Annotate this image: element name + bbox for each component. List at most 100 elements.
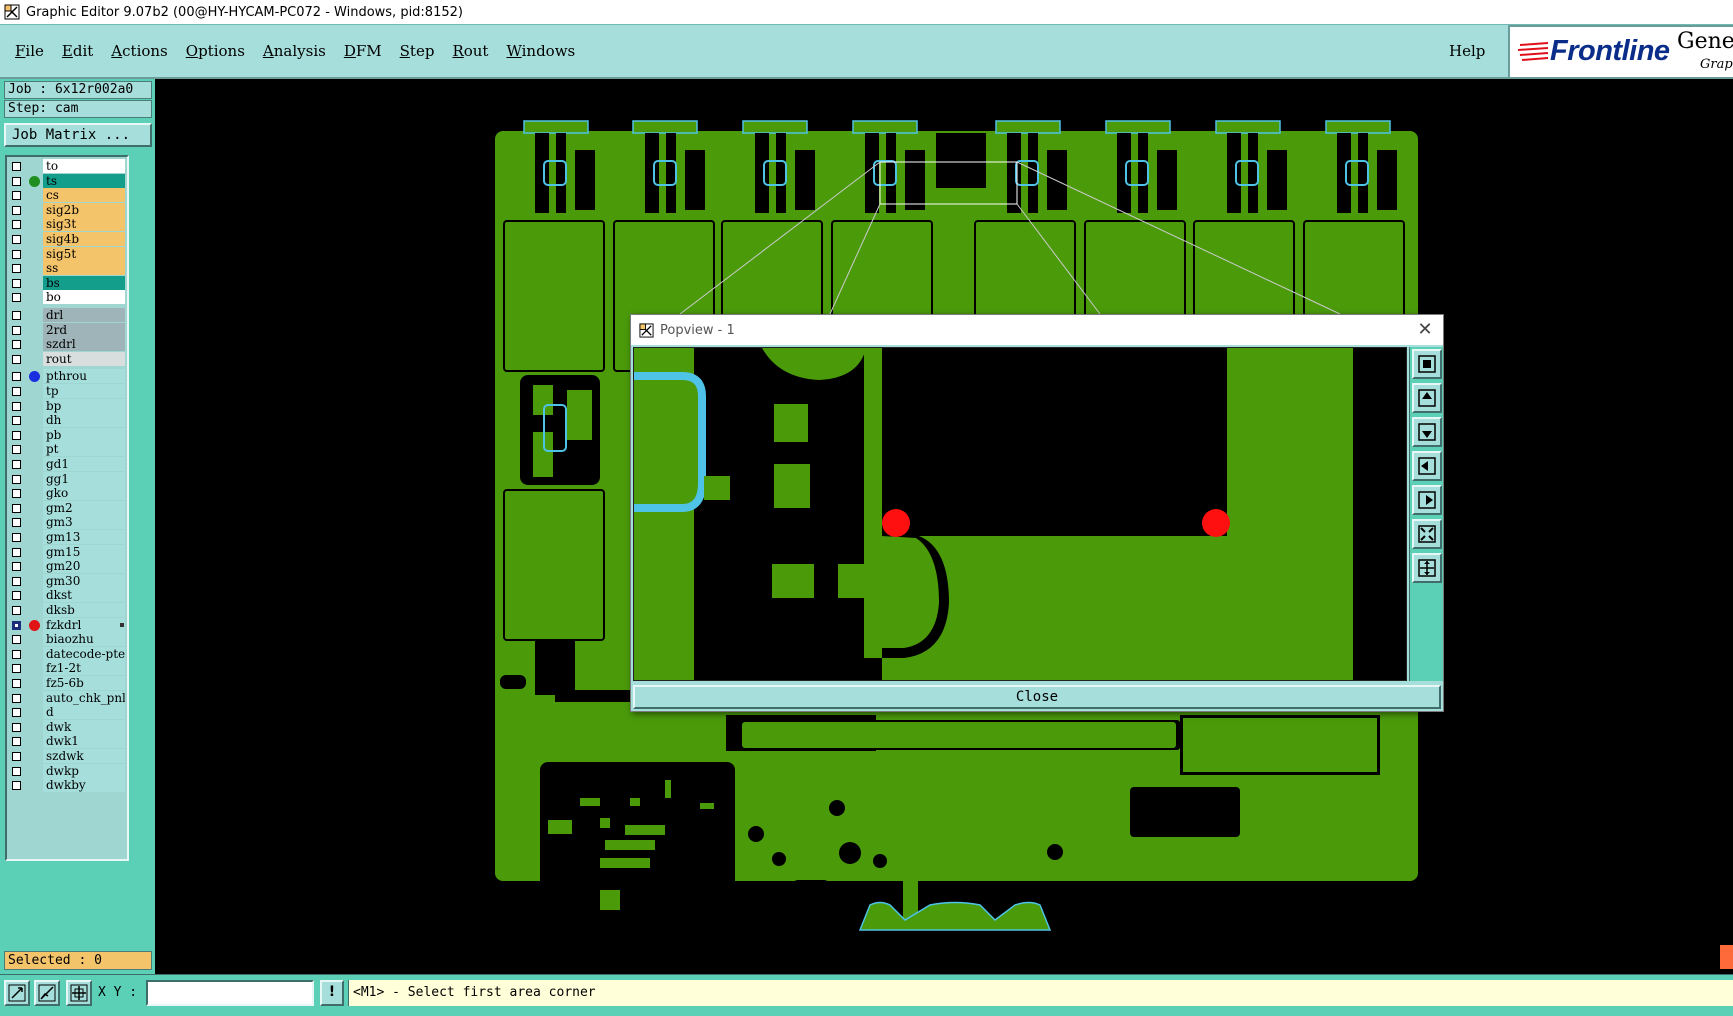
layer-checkbox[interactable] <box>12 387 21 396</box>
layer-row-bp[interactable]: bp <box>9 398 127 414</box>
layer-row-gm20[interactable]: gm20 <box>9 559 127 574</box>
layer-name[interactable]: gm20 <box>43 559 125 574</box>
pan-down-icon[interactable] <box>1412 417 1442 447</box>
layer-row-fz1-2t[interactable]: fz1-2t <box>9 661 127 676</box>
layer-row-gg1[interactable]: gg1 <box>9 471 127 487</box>
layer-name[interactable]: gko <box>43 486 125 501</box>
layer-name[interactable]: fzkdrl <box>43 617 125 632</box>
layer-row-bo[interactable]: bo <box>9 290 127 305</box>
pan-right-icon[interactable] <box>1412 485 1442 515</box>
layer-checkbox[interactable] <box>12 445 21 455</box>
menu-analysis[interactable]: Analysis <box>254 42 335 60</box>
pan-up-icon[interactable] <box>1412 383 1442 413</box>
layer-row-cs[interactable]: cs <box>9 188 127 203</box>
layer-checkbox[interactable] <box>12 533 21 542</box>
layer-name[interactable]: ss <box>43 261 125 276</box>
layer-checkbox[interactable] <box>12 340 21 350</box>
layer-row-dwkby[interactable]: dwkby <box>9 778 127 793</box>
layer-checkbox[interactable] <box>12 737 21 747</box>
layer-name[interactable]: pthrou <box>43 369 125 384</box>
layer-row-sig2b[interactable]: sig2b <box>9 202 127 218</box>
layer-name[interactable]: gm2 <box>43 500 125 515</box>
layer-name[interactable]: gm13 <box>43 530 125 544</box>
layer-name[interactable]: dkst <box>43 588 125 603</box>
layer-name[interactable]: gm3 <box>43 515 125 530</box>
layer-row-gm2[interactable]: gm2 <box>9 500 127 516</box>
layer-checkbox[interactable] <box>12 635 21 645</box>
zoom-in-icon[interactable] <box>1412 519 1442 549</box>
layer-checkbox[interactable] <box>12 401 21 411</box>
layer-checkbox[interactable] <box>12 766 21 776</box>
layer-name[interactable]: ts <box>43 173 125 188</box>
select-mode-icon[interactable] <box>4 980 30 1006</box>
layer-row-dwkp[interactable]: dwkp <box>9 763 127 779</box>
layer-row-gd1[interactable]: gd1 <box>9 457 127 472</box>
menu-options[interactable]: Options <box>177 42 254 60</box>
layer-row-tp[interactable]: tp <box>9 384 127 399</box>
layer-checkbox[interactable] <box>12 176 21 186</box>
close-icon[interactable]: ✕ <box>1415 320 1435 340</box>
layer-checkbox[interactable] <box>12 679 21 688</box>
layer-list[interactable]: to ts cs sig2b sig3t sig4b sig5t ss bs bo drl 2rd sz… <box>5 155 129 861</box>
layer-name[interactable]: gm15 <box>43 544 125 559</box>
layer-name[interactable]: fz1-2t <box>43 661 125 676</box>
menu-dfm[interactable]: DFM <box>335 42 391 60</box>
layer-name[interactable]: tp <box>43 384 125 398</box>
layer-checkbox[interactable] <box>12 220 21 230</box>
xy-coordinate-input[interactable] <box>146 980 314 1006</box>
layer-checkbox[interactable] <box>12 576 21 586</box>
layer-name[interactable]: sig5t <box>43 246 125 261</box>
layer-row-ts[interactable]: ts <box>9 173 127 189</box>
layer-row-dwk[interactable]: dwk <box>9 719 127 735</box>
layer-row-pthrou[interactable]: pthrou <box>9 369 127 384</box>
zoom-fit-icon[interactable] <box>1412 349 1442 379</box>
layer-name[interactable]: szdwk <box>43 749 125 763</box>
layer-row-pt[interactable]: pt <box>9 442 127 457</box>
layer-row-to[interactable]: to <box>9 159 127 174</box>
layer-name[interactable]: bp <box>43 398 125 413</box>
menu-rout[interactable]: Rout <box>443 42 497 60</box>
popview-title-bar[interactable]: Popview - 1 <box>631 315 1443 345</box>
layer-name[interactable]: fz5-6b <box>43 676 125 690</box>
popview-window[interactable]: Popview - 1 ✕ Close <box>630 314 1444 712</box>
measure-icon[interactable] <box>34 980 60 1006</box>
layer-name[interactable]: dwkby <box>43 778 125 793</box>
snap-grid-icon[interactable] <box>66 980 92 1006</box>
layer-name[interactable]: dwk <box>43 719 125 734</box>
layer-name[interactable]: dksb <box>43 603 125 617</box>
layer-name[interactable]: datecode-pte <box>43 646 125 661</box>
layer-row-fz5-6b[interactable]: fz5-6b <box>9 676 127 691</box>
layer-row-gm15[interactable]: gm15 <box>9 544 127 560</box>
layer-row-dwk1[interactable]: dwk1 <box>9 734 127 749</box>
layer-checkbox[interactable] <box>12 162 21 171</box>
layer-name[interactable]: pb <box>43 427 125 442</box>
layer-checkbox[interactable] <box>12 591 21 601</box>
layer-checkbox[interactable] <box>12 325 21 335</box>
layer-row-d[interactable]: d <box>9 705 127 720</box>
layer-row-szdrl[interactable]: szdrl <box>9 337 127 352</box>
layer-checkbox[interactable] <box>12 722 21 732</box>
layer-name[interactable]: sig3t <box>43 217 125 232</box>
layer-checkbox[interactable] <box>12 562 21 572</box>
layer-row-datecode-pte[interactable]: datecode-pte <box>9 646 127 662</box>
menu-file[interactable]: File <box>6 42 53 60</box>
menu-windows[interactable]: Windows <box>497 42 584 60</box>
menu-actions[interactable]: Actions <box>102 42 176 60</box>
layer-row-dkst[interactable]: dkst <box>9 588 127 603</box>
layer-row-auto_chk_pnl[interactable]: auto_chk_pnl <box>9 690 127 706</box>
layer-checkbox[interactable] <box>12 311 21 320</box>
layer-row-pb[interactable]: pb <box>9 427 127 443</box>
layer-name[interactable]: gd1 <box>43 457 125 471</box>
layer-checkbox[interactable] <box>12 547 21 557</box>
layer-row-rout[interactable]: rout <box>9 351 127 367</box>
job-matrix-button[interactable]: Job Matrix ... <box>4 123 152 147</box>
popview-canvas[interactable] <box>633 347 1407 681</box>
layer-checkbox[interactable] <box>12 249 21 259</box>
menu-help[interactable]: Help <box>1449 42 1485 60</box>
layer-name[interactable]: dwkp <box>43 763 125 778</box>
layer-checkbox[interactable] <box>12 264 21 274</box>
layer-row-dksb[interactable]: dksb <box>9 603 127 618</box>
layer-name[interactable]: dh <box>43 413 125 428</box>
layer-name[interactable]: bo <box>43 290 125 305</box>
layer-row-fzkdrl[interactable]: fzkdrl <box>9 617 127 633</box>
